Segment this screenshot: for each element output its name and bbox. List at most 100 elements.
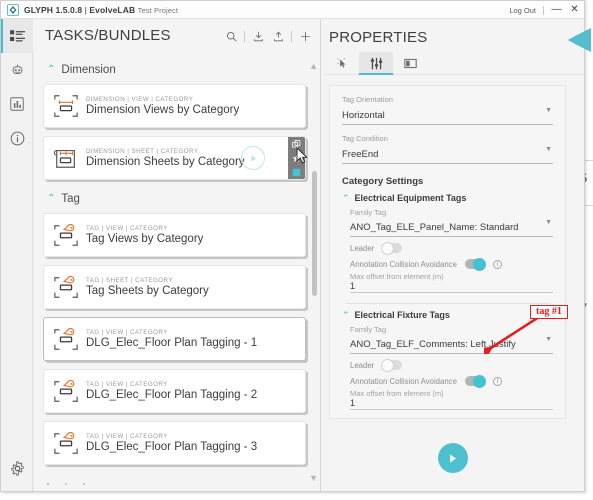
group-header-dimension[interactable]: ⌃ Dimension — [47, 59, 306, 81]
chevron-down-icon: ▼ — [545, 219, 552, 226]
page-dot[interactable] — [83, 483, 85, 485]
task-card-meta: TAG | VIEW | CATEGORY — [86, 225, 168, 232]
rail-item-tasks-bundles[interactable] — [1, 19, 33, 53]
row-leader-equipment: Leader — [350, 241, 553, 255]
collapse-panel-arrow-icon[interactable] — [566, 27, 592, 53]
project-label: Test Project — [137, 5, 179, 15]
task-card[interactable]: TAG | SHEET | CATEGORY Tag Sheets by Cat… — [43, 265, 306, 309]
page-dots — [47, 483, 85, 485]
dropdown-tag-orientation[interactable]: Horizontal ▼ — [342, 105, 553, 125]
field-label: Family Tag — [350, 208, 387, 217]
vendor-label: EvolveLAB — [89, 4, 136, 15]
toggle-collision-equipment[interactable] — [464, 257, 486, 271]
section-label: Electrical Equipment Tags — [354, 193, 467, 203]
toggle-collision-fixture[interactable] — [464, 374, 486, 388]
close-button[interactable]: ✕ — [569, 5, 580, 15]
category-settings-title: Category Settings — [342, 176, 424, 187]
logout-button[interactable]: Log Out — [509, 6, 536, 15]
field-max-offset-equipment: Max offset from element (m) 1 — [350, 272, 553, 293]
group-label: Dimension — [61, 64, 116, 76]
task-card-text: TAG | VIEW | CATEGORY DLG_Elec_Floor Pla… — [86, 433, 257, 453]
dropdown-tag-condition[interactable]: FreeEnd ▼ — [342, 144, 553, 164]
download-icon[interactable] — [251, 29, 265, 43]
run-task-button[interactable] — [437, 443, 468, 473]
dropdown-family-tag-equipment[interactable]: ANO_Tag_ELE_Panel_Name: Standard ▼ — [350, 217, 553, 237]
field-value: ANO_Tag_ELE_Panel_Name: Standard — [350, 222, 519, 233]
rail-item-info[interactable] — [1, 121, 33, 155]
minimize-button[interactable]: — — [551, 5, 562, 15]
field-value: FreeEnd — [342, 149, 379, 160]
rail-item-settings[interactable] — [1, 451, 33, 485]
task-card-name: DLG_Elec_Floor Plan Tagging - 1 — [86, 337, 258, 349]
field-label: Tag Condition — [342, 134, 388, 143]
toggle-knob — [381, 358, 395, 372]
field-tag-condition: Tag Condition FreeEnd ▼ — [342, 134, 553, 164]
tasks-panel: TASKS/BUNDLES ⌃ Dimension DIMENSION | VI… — [33, 19, 321, 491]
group-label: Tag — [61, 193, 80, 205]
task-run-button[interactable] — [241, 146, 265, 170]
chevron-up-icon: ⌃ — [342, 309, 350, 320]
plus-icon[interactable] — [298, 29, 312, 43]
task-card-text: DIMENSION | VIEW | CATEGORY Dimension Vi… — [86, 96, 239, 116]
properties-tabs — [325, 52, 584, 75]
rail-item-automation[interactable] — [1, 53, 33, 87]
toggle-knob — [381, 241, 395, 255]
page-dot[interactable] — [47, 483, 49, 485]
info-icon — [10, 131, 24, 145]
task-card-selected[interactable]: TAG | VIEW | CATEGORY DLG_Elec_Floor Pla… — [43, 317, 306, 361]
rail-item-analytics[interactable] — [1, 87, 33, 121]
toggle-knob — [472, 374, 486, 388]
tab-settings[interactable] — [359, 52, 393, 75]
chevron-down-icon: ▼ — [545, 146, 552, 153]
task-card-meta: DIMENSION | VIEW | CATEGORY — [86, 96, 194, 103]
scroll-up-arrow[interactable]: ▲ — [309, 61, 318, 71]
tasks-list[interactable]: ⌃ Dimension DIMENSION | VIEW | CATEGORY … — [33, 57, 320, 467]
tab-layout[interactable] — [393, 52, 427, 74]
title-bar: GLYPH 1.5.0.8 | EvolveLAB Test Project L… — [1, 1, 584, 19]
field-label: Tag Orientation — [342, 95, 393, 104]
search-icon[interactable] — [224, 29, 238, 43]
scroll-down-arrow[interactable]: ▼ — [309, 473, 318, 483]
window-controls: Log Out — ✕ — [509, 1, 580, 19]
task-card-text: TAG | VIEW | CATEGORY DLG_Elec_Floor Pla… — [86, 381, 257, 401]
tab-selection[interactable] — [325, 52, 359, 74]
control-divider — [543, 5, 544, 15]
page-dot[interactable] — [65, 483, 67, 485]
toggle-leader-fixture[interactable] — [381, 358, 403, 372]
upload-glyph — [273, 31, 283, 41]
properties-title: PROPERTIES — [329, 29, 428, 46]
field-value[interactable]: 1 — [350, 281, 553, 291]
gear-icon — [10, 460, 24, 476]
color-swatch-icon[interactable] — [291, 167, 302, 178]
task-card-name: DLG_Elec_Floor Plan Tagging - 2 — [86, 389, 258, 401]
toggle-leader-equipment[interactable] — [381, 241, 403, 255]
task-card-name: Dimension Views by Category — [86, 104, 240, 116]
task-card[interactable]: TAG | VIEW | CATEGORY DLG_Elec_Floor Pla… — [43, 369, 306, 413]
settings-container: Tag Orientation Horizontal ▼ Tag Conditi… — [329, 85, 566, 419]
task-card[interactable]: DIMENSION | VIEW | CATEGORY Dimension Vi… — [43, 84, 306, 128]
info-icon[interactable]: i — [492, 376, 502, 386]
task-card[interactable]: TAG | VIEW | CATEGORY Tag Views by Categ… — [43, 213, 306, 257]
field-value[interactable]: 1 — [350, 398, 553, 408]
task-card-hovered[interactable]: DIMENSION | SHEET | CATEGORY Dimension S… — [43, 136, 306, 180]
field-max-offset-fixture: Max offset from element (m) 1 — [350, 389, 553, 410]
plus-glyph — [300, 31, 310, 41]
dimension-view-icon — [54, 95, 78, 117]
glyph-logo-icon — [7, 3, 19, 16]
field-label: Max offset from element (m) — [350, 389, 444, 398]
task-card[interactable]: TAG | VIEW | CATEGORY DLG_Elec_Floor Pla… — [43, 421, 306, 465]
toolbar-divider-2 — [291, 30, 292, 42]
tag-view-icon — [54, 327, 78, 350]
chevron-down-icon: ▼ — [545, 107, 552, 114]
group-header-tag[interactable]: ⌃ Tag — [47, 188, 306, 210]
task-card-text: TAG | VIEW | CATEGORY Tag Views by Categ… — [86, 225, 203, 245]
field-value: Horizontal — [342, 110, 385, 121]
upload-icon[interactable] — [271, 29, 285, 43]
dimension-sheet-icon — [53, 149, 75, 168]
row-label: Leader — [350, 243, 375, 253]
info-icon[interactable]: i — [492, 259, 502, 269]
task-card-text: TAG | VIEW | CATEGORY DLG_Elec_Floor Pla… — [86, 329, 257, 349]
scrollbar-thumb[interactable] — [312, 171, 317, 296]
section-electrical-equipment-tags[interactable]: ⌃ Electrical Equipment Tags — [342, 193, 565, 203]
mouse-cursor-icon — [296, 147, 308, 164]
